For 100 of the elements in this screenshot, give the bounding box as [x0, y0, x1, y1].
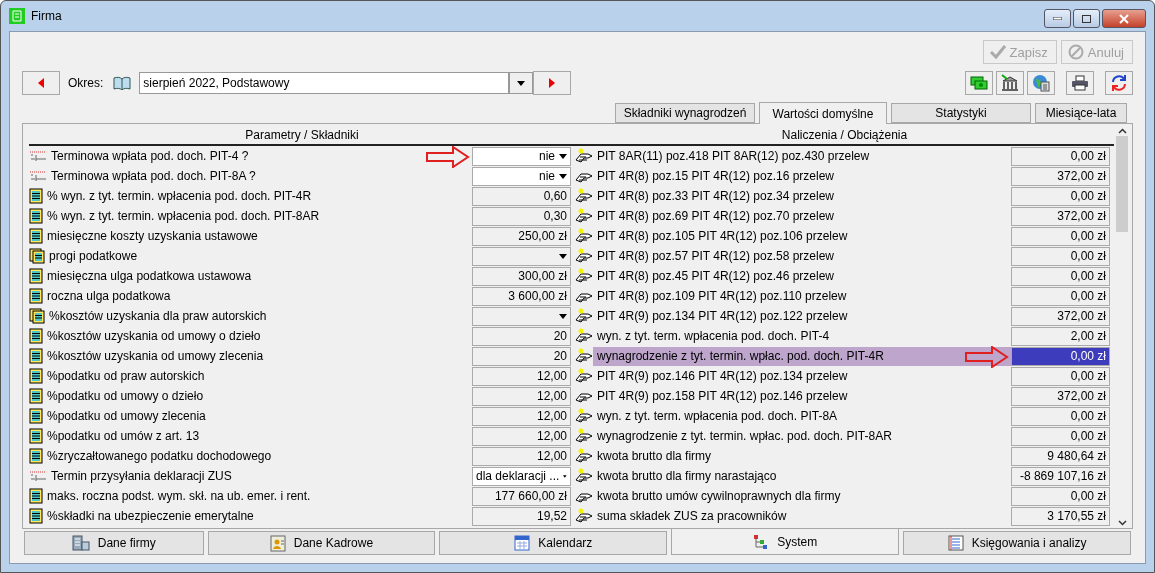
value-field[interactable]: 0,00 zł	[1011, 486, 1110, 506]
charge-label[interactable]: kwota brutto umów cywilnoprawnych dla firmy	[593, 486, 1011, 506]
tab[interactable]: System	[671, 529, 900, 555]
tab[interactable]: Wartości domyślne	[759, 102, 887, 124]
toolbar-button[interactable]	[1105, 71, 1133, 95]
charge-label[interactable]: PIT 4R(8) poz.109 PIT 4R(12) poz.110 przelew	[593, 286, 1011, 306]
table-icon	[29, 388, 43, 404]
value-field[interactable]: 0,00 zł	[1011, 246, 1110, 266]
charge-label[interactable]: PIT 4R(8) poz.105 PIT 4R(12) poz.106 przelew	[593, 226, 1011, 246]
app-icon	[9, 8, 25, 24]
value-field[interactable]: 0,00 zł	[1011, 426, 1110, 446]
charge-label[interactable]: kwota brutto dla firmy	[593, 446, 1011, 466]
charge-label[interactable]: kwota brutto dla firmy narastająco	[593, 466, 1011, 486]
charge-label[interactable]: PIT 8AR(11) poz.418 PIT 8AR(12) poz.430 przelew	[593, 146, 1011, 166]
charge-label[interactable]: wyn. z tyt. term. wpłacenia pod. doch. PIT-8A	[593, 406, 1011, 426]
dropdown-field[interactable]: dla deklaracji ...	[472, 466, 571, 486]
caret-icon	[559, 173, 567, 179]
dropdown-field[interactable]: nie	[472, 166, 571, 186]
table-icon	[29, 448, 43, 464]
maximize-button[interactable]	[1073, 9, 1100, 28]
value-field[interactable]: 12,00	[472, 406, 571, 426]
charge-label[interactable]: PIT 4R(8) poz.69 PIT 4R(12) poz.70 przelew	[593, 206, 1011, 226]
value-field[interactable]: 0,00 zł	[1011, 346, 1110, 366]
value-field[interactable]: 0,00 zł	[1011, 286, 1110, 306]
period-dropdown[interactable]: sierpień 2022, Podstawowy	[139, 72, 510, 94]
charge-label[interactable]: wynagrodzenie z tyt. termin. wpłac. pod. doch. PIT-8AR	[593, 426, 1011, 446]
value-field[interactable]: -8 869 107,16 zł	[1011, 466, 1110, 486]
parameter-label: Terminowa wpłata pod. doch. PIT-4 ?	[51, 149, 249, 163]
value-field[interactable]: 0,00 zł	[1011, 406, 1110, 426]
triangle-left-icon	[38, 78, 44, 88]
tab[interactable]: Składniki wynagrodzeń	[615, 103, 755, 123]
value-field[interactable]: 0,00 zł	[1011, 366, 1110, 386]
caret-icon	[559, 153, 567, 159]
charge-label[interactable]: PIT 4R(9) poz.134 PIT 4R(12) poz.122 przelew	[593, 306, 1011, 326]
toolbar-button[interactable]	[965, 71, 993, 95]
value-field[interactable]: 372,00 zł	[1011, 206, 1110, 226]
scrollbar[interactable]	[1114, 128, 1130, 526]
charge-label[interactable]: PIT 4R(8) poz.57 PIT 4R(12) poz.58 przelew	[593, 246, 1011, 266]
value-field[interactable]: 3 600,00 zł	[472, 286, 571, 306]
value-field[interactable]: 0,00 zł	[1011, 146, 1110, 166]
tab[interactable]: Statystyki	[891, 103, 1031, 123]
parameter-label: %kosztów uzyskania dla praw autorskich	[49, 309, 267, 323]
dropdown-field[interactable]	[472, 306, 571, 326]
close-button[interactable]	[1102, 9, 1146, 28]
value-field[interactable]: 372,00 zł	[1011, 386, 1110, 406]
bank-icon	[1001, 74, 1019, 92]
value-field[interactable]: 12,00	[472, 446, 571, 466]
charge-label[interactable]: PIT 4R(8) poz.45 PIT 4R(12) poz.46 przelew	[593, 266, 1011, 286]
toolbar-button[interactable]	[1027, 71, 1055, 95]
minimize-icon	[1053, 17, 1062, 20]
banknotes-icon	[970, 76, 988, 90]
next-period-button[interactable]	[533, 71, 572, 95]
value-field[interactable]: 20	[472, 346, 571, 366]
value-field[interactable]: 372,00 zł	[1011, 306, 1110, 326]
value-field[interactable]: 12,00	[472, 426, 571, 446]
charge-label[interactable]: PIT 4R(9) poz.158 PIT 4R(12) poz.146 przelew	[593, 386, 1011, 406]
tables-icon	[29, 248, 45, 264]
toolbar-button[interactable]	[1066, 71, 1094, 95]
charge-label[interactable]: PIT 4R(8) poz.15 PIT 4R(12) poz.16 przelew	[593, 166, 1011, 186]
table-icon	[29, 488, 43, 504]
parameter-label: % wyn. z tyt. termin. wpłacenia pod. doch. PIT-8AR	[47, 209, 320, 223]
value-field[interactable]: 372,00 zł	[1011, 166, 1110, 186]
table-icon	[29, 268, 43, 284]
minimize-button[interactable]	[1044, 9, 1071, 28]
value-field[interactable]: 3 170,55 zł	[1011, 506, 1110, 526]
value-field[interactable]: 2,00 zł	[1011, 326, 1110, 346]
value-field[interactable]: 20	[472, 326, 571, 346]
value-field[interactable]: 0,60	[472, 186, 571, 206]
value-field[interactable]: 0,00 zł	[1011, 226, 1110, 246]
scrollbar-thumb[interactable]	[1116, 136, 1128, 232]
tab[interactable]: Dane Kadrowe	[207, 531, 436, 555]
value-field[interactable]: 0,30	[472, 206, 571, 226]
scroll-up-icon	[1117, 128, 1127, 134]
tab[interactable]: Dane firmy	[24, 531, 204, 555]
parameter-label: %zryczałtowanego podatku dochodowego	[47, 449, 272, 463]
charge-label[interactable]: wyn. z tyt. term. wpłacenia pod. doch. PIT-4	[593, 326, 1011, 346]
value-field[interactable]: 300,00 zł	[472, 266, 571, 286]
tab[interactable]: Miesiące-lata	[1035, 103, 1127, 123]
value-field[interactable]: 12,00	[472, 366, 571, 386]
dropdown-button[interactable]	[509, 72, 534, 94]
charge-label[interactable]: wynagrodzenie z tyt. termin. wpłac. pod. doch. PIT-4R	[593, 346, 1011, 366]
previous-period-button[interactable]	[22, 71, 60, 95]
dropdown-field[interactable]: nie	[472, 146, 571, 166]
column-header: Naliczenia / Obciążenia	[780, 128, 909, 144]
table-icon	[29, 288, 43, 304]
value-field[interactable]: 0,00 zł	[1011, 266, 1110, 286]
charge-label[interactable]: PIT 4R(9) poz.146 PIT 4R(12) poz.134 przelew	[593, 366, 1011, 386]
value-field[interactable]: 177 660,00 zł	[472, 486, 571, 506]
value-field[interactable]: 0,00 zł	[1011, 186, 1110, 206]
value-field[interactable]: 19,52	[472, 506, 571, 526]
value-field[interactable]: 9 480,64 zł	[1011, 446, 1110, 466]
value-field[interactable]: 250,00 zł	[472, 226, 571, 246]
charge-label[interactable]: PIT 4R(8) poz.33 PIT 4R(12) poz.34 przelew	[593, 186, 1011, 206]
charge-label[interactable]: suma składek ZUS za pracowników	[593, 506, 1011, 526]
table-icon	[29, 328, 43, 344]
tab[interactable]: Kalendarz	[439, 531, 668, 555]
toolbar-button[interactable]	[996, 71, 1024, 95]
value-field[interactable]: 12,00	[472, 386, 571, 406]
tab[interactable]: Księgowania i analizy	[903, 531, 1131, 555]
dropdown-field[interactable]	[472, 246, 571, 266]
